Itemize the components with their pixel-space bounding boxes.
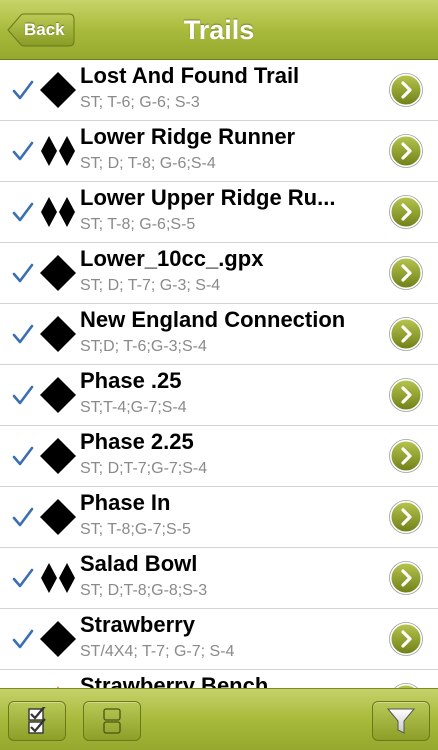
trail-row[interactable]: Lower Upper Ridge Ru... ST; T-8; G-6;S-5 [0,182,438,243]
detail-disclosure-button[interactable] [389,73,423,107]
checkmark-icon [10,504,36,530]
split-view-icon [103,708,121,734]
trail-details: ST;T-4;G-7;S-4 [80,399,187,416]
checkmark-icon [10,382,36,408]
trail-row[interactable]: Phase In ST; T-8;G-7;S-5 [0,487,438,548]
trail-name: Salad Bowl [80,551,198,576]
black-diamond-icon [38,499,78,535]
checkmark-icon [10,626,36,652]
detail-disclosure-button[interactable] [389,622,423,656]
trail-row[interactable]: Strawberry Bench [0,670,438,688]
trail-name: Lower_10cc_.gpx [80,246,264,271]
black-diamond-icon [38,316,78,352]
detail-disclosure-button[interactable] [389,195,423,229]
trail-name: Lost And Found Trail [80,63,300,88]
trail-row[interactable]: New England Connection ST;D; T-6;G-3;S-4 [0,304,438,365]
trail-details: ST; D;T-7;G-7;S-4 [80,460,208,477]
trail-row[interactable]: Phase 2.25 ST; D;T-7;G-7;S-4 [0,426,438,487]
filter-funnel-icon [386,708,416,734]
black-diamond-icon [38,72,78,108]
black-diamond-icon [38,377,78,413]
trail-name: Phase .25 [80,368,182,393]
trail-details: ST; T-8;G-7;S-5 [80,521,191,538]
filter-button[interactable] [372,701,430,741]
split-view-button[interactable] [83,701,141,741]
trail-details: ST; D; T-7; G-3; S-4 [80,277,221,294]
trail-name: Phase In [80,490,171,515]
detail-disclosure-button[interactable] [389,561,423,595]
trail-name: Phase 2.25 [80,429,194,454]
checkmark-icon [10,565,36,591]
double-black-diamond-icon [38,560,78,596]
checklist-icon [28,707,46,734]
trail-name: New England Connection [80,307,346,332]
double-black-diamond-icon [38,194,78,230]
checkmark-icon [10,199,36,225]
double-black-diamond-icon [38,133,78,169]
detail-disclosure-button[interactable] [389,317,423,351]
detail-disclosure-button[interactable] [389,134,423,168]
detail-disclosure-button[interactable] [389,439,423,473]
trail-row[interactable]: Strawberry ST/4X4; T-7; G-7; S-4 [0,609,438,670]
detail-disclosure-button[interactable] [389,500,423,534]
bottom-toolbar [0,688,438,750]
trail-details: ST; D; T-8; G-6;S-4 [80,155,216,172]
trail-details: ST;D; T-6;G-3;S-4 [80,338,207,355]
detail-disclosure-button[interactable] [389,378,423,412]
trail-row[interactable]: Lost And Found Trail ST; T-6; G-6; S-3 [0,60,438,121]
black-diamond-icon [38,255,78,291]
trail-name: Strawberry Bench [80,673,269,688]
black-diamond-icon [38,621,78,657]
detail-disclosure-button[interactable] [389,256,423,290]
trail-details: ST; T-8; G-6;S-5 [80,216,196,233]
black-diamond-icon [38,438,78,474]
trail-details: ST; D;T-8;G-8;S-3 [80,582,208,599]
trail-row[interactable]: Salad Bowl ST; D;T-8;G-8;S-3 [0,548,438,609]
checkmark-icon [10,138,36,164]
trail-name: Strawberry [80,612,195,637]
checklist-button[interactable] [8,701,66,741]
trail-row[interactable]: Phase .25 ST;T-4;G-7;S-4 [0,365,438,426]
trail-details: ST/4X4; T-7; G-7; S-4 [80,643,235,660]
checkmark-icon [10,260,36,286]
trail-row[interactable]: Lower_10cc_.gpx ST; D; T-7; G-3; S-4 [0,243,438,304]
checkmark-icon [10,443,36,469]
nav-bar: Back Trails [0,0,438,60]
page-title: Trails [183,15,255,45]
checkmark-icon [10,77,36,103]
trail-details: ST; T-6; G-6; S-3 [80,94,200,111]
checkmark-icon [10,321,36,347]
trail-row[interactable]: Lower Ridge Runner ST; D; T-8; G-6;S-4 [0,121,438,182]
trail-name: Lower Upper Ridge Ru... [80,185,336,210]
trail-name: Lower Ridge Runner [80,124,296,149]
trail-list: Lost And Found Trail ST; T-6; G-6; S-3 Low… [0,60,438,688]
